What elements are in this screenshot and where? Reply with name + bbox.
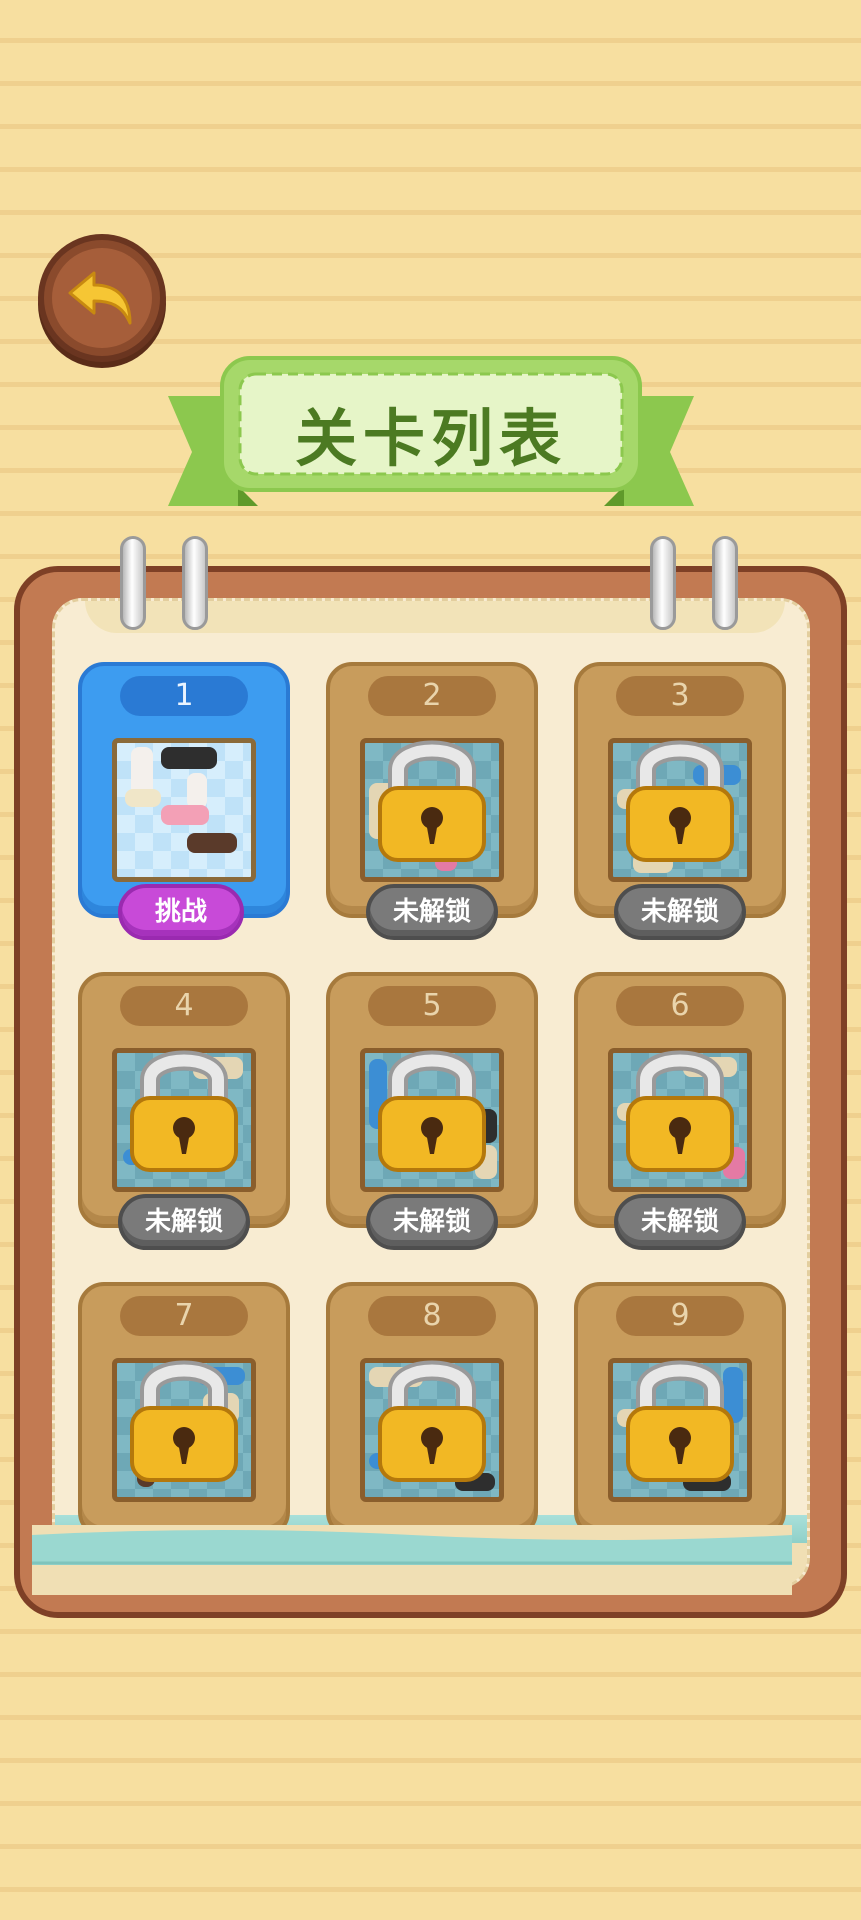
level-card-1[interactable]: 1 挑战 xyxy=(78,662,290,940)
level-number: 2 xyxy=(368,676,496,716)
level-number: 8 xyxy=(368,1296,496,1336)
lock-icon xyxy=(130,1050,238,1172)
back-button[interactable] xyxy=(38,234,166,362)
level-card-6[interactable]: 6 未解锁 xyxy=(574,972,786,1250)
lock-icon xyxy=(378,1050,486,1172)
lock-icon xyxy=(626,1360,734,1482)
level-number: 6 xyxy=(616,986,744,1026)
binder-ring xyxy=(120,536,146,630)
lock-icon xyxy=(626,1050,734,1172)
binder-ring xyxy=(182,536,208,630)
locked-status: 未解锁 xyxy=(614,884,746,940)
level-card-9[interactable]: 9 xyxy=(574,1282,786,1550)
level-card-8[interactable]: 8 xyxy=(326,1282,538,1550)
locked-status: 未解锁 xyxy=(614,1194,746,1250)
level-preview xyxy=(112,738,256,882)
level-number: 3 xyxy=(616,676,744,716)
locked-status: 未解锁 xyxy=(118,1194,250,1250)
title-banner: 关卡列表 xyxy=(168,356,694,516)
notebook-bottom-edge xyxy=(32,1525,792,1595)
challenge-button[interactable]: 挑战 xyxy=(118,884,244,940)
binder-ring xyxy=(712,536,738,630)
level-number: 7 xyxy=(120,1296,248,1336)
locked-status: 未解锁 xyxy=(366,1194,498,1250)
lock-icon xyxy=(378,1360,486,1482)
lock-icon xyxy=(130,1360,238,1482)
level-card-2[interactable]: 2 未解锁 xyxy=(326,662,538,940)
back-arrow-icon xyxy=(52,248,152,348)
level-card-4[interactable]: 4 未解锁 xyxy=(78,972,290,1250)
level-card-5[interactable]: 5 未解锁 xyxy=(326,972,538,1250)
level-number: 9 xyxy=(616,1296,744,1336)
level-number: 4 xyxy=(120,986,248,1026)
level-number: 5 xyxy=(368,986,496,1026)
lock-icon xyxy=(626,740,734,862)
page-title: 关卡列表 xyxy=(294,402,567,475)
level-card-7[interactable]: 7 xyxy=(78,1282,290,1550)
level-card-3[interactable]: 3 未解锁 xyxy=(574,662,786,940)
level-number: 1 xyxy=(120,676,248,716)
binder-ring xyxy=(650,536,676,630)
locked-status: 未解锁 xyxy=(366,884,498,940)
lock-icon xyxy=(378,740,486,862)
